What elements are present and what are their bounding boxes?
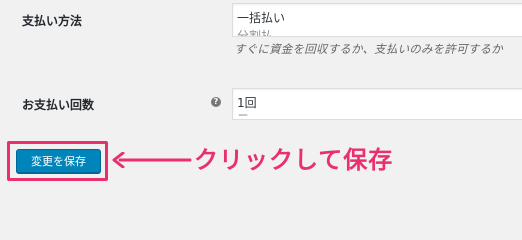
payment-method-select[interactable]: 一括払い 分割払 <box>232 3 522 37</box>
payment-count-label: お支払い回数 <box>22 98 95 112</box>
save-button[interactable]: 変更を保存 <box>16 149 101 173</box>
left-arrow-icon <box>112 152 192 168</box>
payment-count-selected-option[interactable]: 1回 <box>237 94 257 111</box>
payment-method-selected-option[interactable]: 一括払い <box>237 9 285 26</box>
payment-method-next-option[interactable]: 分割払 <box>237 27 273 36</box>
annotation-text: クリックして保存 <box>194 146 394 174</box>
payment-count-next-option[interactable]: 二 <box>237 110 249 119</box>
help-icon[interactable]: ? <box>211 97 221 107</box>
payment-method-description: すぐに資金を回収するか、支払いのみを許可するか <box>234 42 503 56</box>
payment-count-select[interactable]: 1回 二 <box>232 88 522 120</box>
payment-method-label: 支払い方法 <box>22 14 83 28</box>
